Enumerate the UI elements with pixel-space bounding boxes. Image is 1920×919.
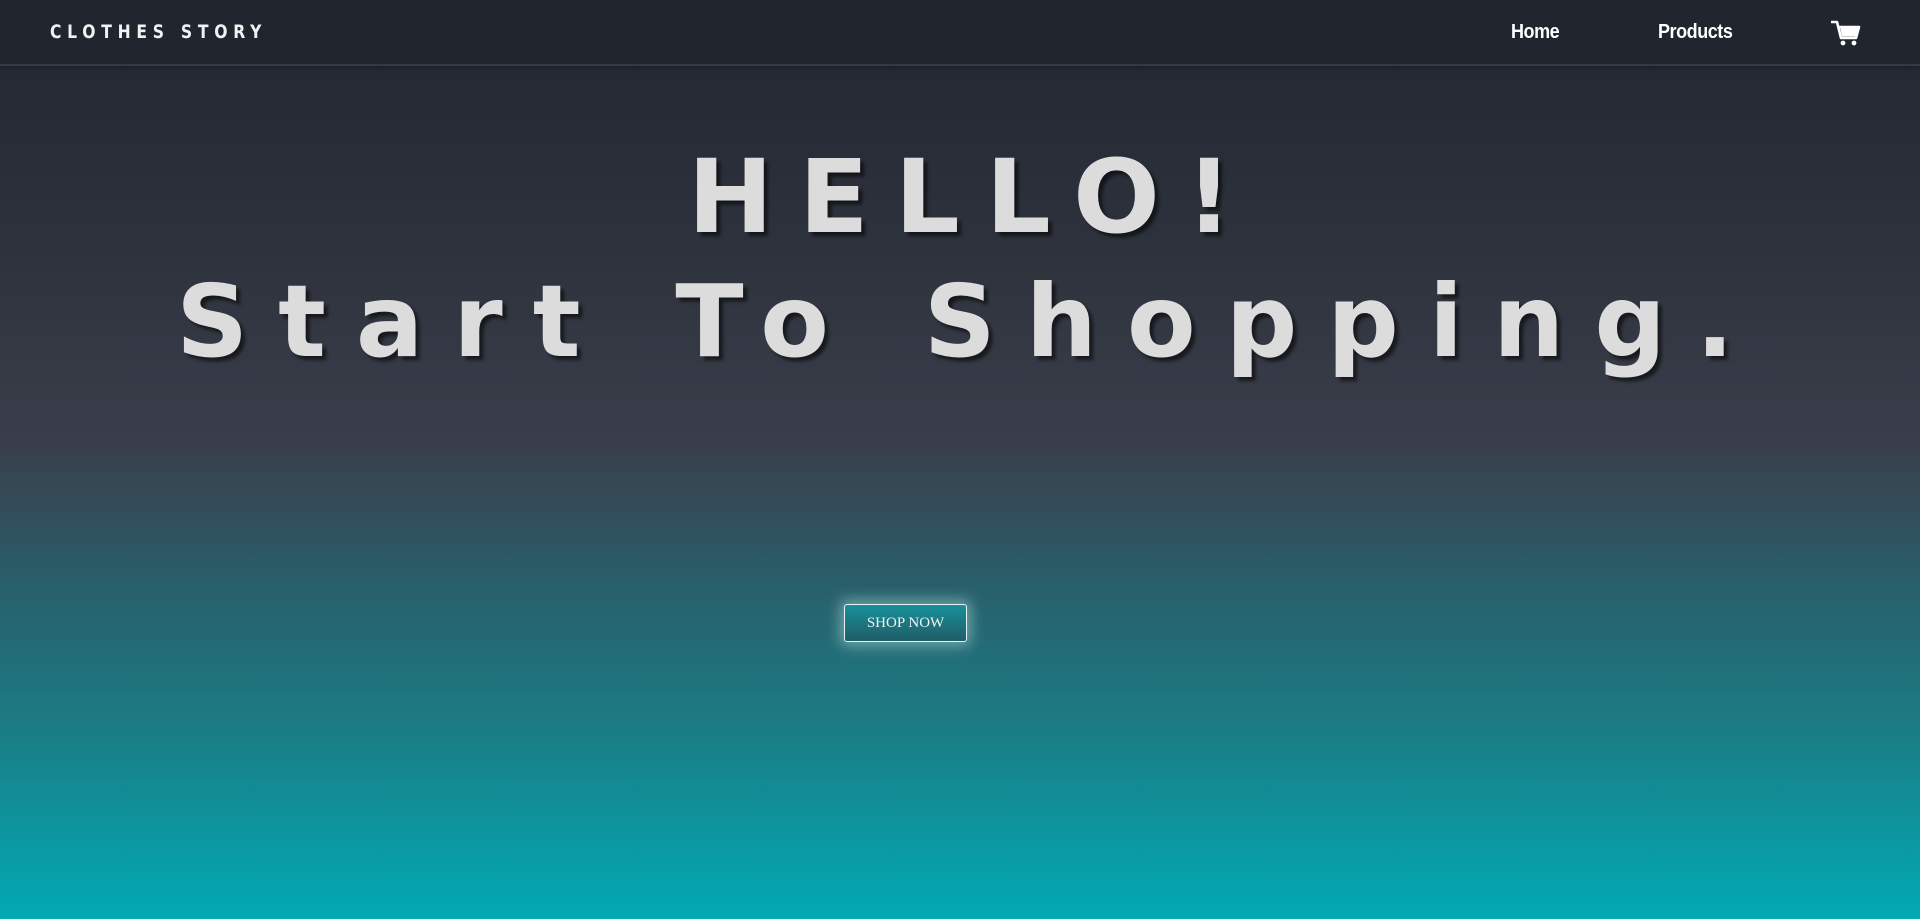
hero-tagline: Start To Shopping. — [176, 263, 1764, 380]
navbar: CLOTHES STORY Home Products — [0, 0, 1920, 66]
shop-now-button[interactable]: SHOP NOW — [844, 604, 967, 642]
hero-greeting: HELLO! — [687, 138, 1259, 257]
shopping-cart-icon[interactable] — [1830, 19, 1861, 47]
nav-link-home[interactable]: Home — [1511, 19, 1560, 45]
nav-link-products[interactable]: Products — [1658, 19, 1733, 45]
brand-logo[interactable]: CLOTHES STORY — [50, 19, 267, 45]
